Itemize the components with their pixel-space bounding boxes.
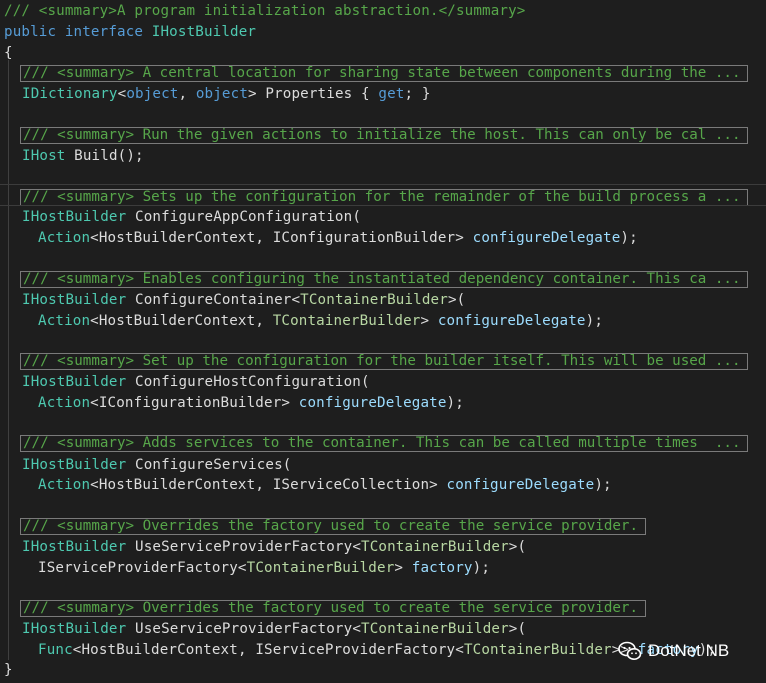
keyword-get: get — [378, 86, 405, 102]
parameter-line: Action<IConfigurationBuilder> configureD… — [38, 395, 464, 411]
member-use-service-provider-factory-func: IHostBuilder UseServiceProviderFactory<T… — [22, 621, 527, 637]
type-hostbuildercontext: HostBuilderContext — [81, 642, 238, 658]
collapsed-summary-configure-services[interactable]: /// <summary> Adds services to the conta… — [20, 435, 748, 452]
type-action: Action — [38, 477, 91, 493]
type-action: Action — [38, 230, 91, 246]
type-ihostbuilder: IHostBuilder — [22, 292, 127, 308]
collapsed-summary-use-service-provider-factory[interactable]: /// <summary> Overrides the factory used… — [20, 518, 646, 535]
member-configure-container: IHostBuilder ConfigureContainer<TContain… — [22, 292, 466, 308]
method-name: ConfigureHostConfiguration — [135, 374, 361, 390]
separator-line — [0, 184, 766, 185]
collapsed-summary-properties[interactable]: /// <summary> A central location for sha… — [20, 65, 748, 82]
type-iserviceproviderfactory: IServiceProviderFactory — [38, 560, 238, 576]
interface-summary-comment: /// <summary>A program initialization ab… — [4, 3, 526, 19]
watermark: DotNet NB — [618, 638, 729, 664]
keyword-interface: interface — [64, 24, 144, 40]
parameter-name: configureDelegate — [437, 313, 586, 329]
collapsed-summary-use-service-provider-factory-func[interactable]: /// <summary> Overrides the factory used… — [20, 600, 646, 617]
type-func: Func — [38, 642, 73, 658]
interface-name: IHostBuilder — [151, 24, 257, 40]
brace-open: { — [4, 45, 13, 61]
type-parameter: TContainerBuilder — [246, 560, 395, 576]
method-name: UseServiceProviderFactory — [135, 539, 353, 555]
member-build: IHost Build(); — [22, 148, 144, 164]
type-iserviceproviderfactory: IServiceProviderFactory — [255, 642, 456, 658]
parameter-line: Action<HostBuilderContext, IServiceColle… — [38, 477, 612, 493]
wechat-icon — [618, 641, 642, 660]
parameter-name: configureDelegate — [298, 395, 447, 411]
parameter-name: configureDelegate — [472, 230, 621, 246]
parameter-line: Func<HostBuilderContext, IServiceProvide… — [38, 642, 717, 658]
collapsed-summary-configure-container[interactable]: /// <summary> Enables configuring the in… — [20, 271, 748, 288]
method-name: UseServiceProviderFactory — [135, 621, 353, 637]
collapsed-summary-configure-app-configuration[interactable]: /// <summary> Sets up the configuration … — [20, 189, 748, 206]
keyword-public: public — [4, 24, 57, 40]
parameter-line: IServiceProviderFactory<TContainerBuilde… — [38, 560, 491, 576]
method-name: ConfigureAppConfiguration — [135, 209, 353, 225]
type-ihostbuilder: IHostBuilder — [22, 457, 127, 473]
type-iconfigurationbuilder: IConfigurationBuilder — [98, 395, 282, 411]
type-ihostbuilder: IHostBuilder — [22, 621, 127, 637]
type-idictionary: IDictionary — [22, 86, 118, 102]
member-configure-host-configuration: IHostBuilder ConfigureHostConfiguration( — [22, 374, 370, 390]
type-parameter: TContainerBuilder — [361, 621, 509, 637]
member-properties: IDictionary<object, object> Properties {… — [22, 86, 431, 102]
method-name: Build — [74, 148, 118, 164]
method-name: ConfigureContainer — [135, 292, 292, 308]
type-ihostbuilder: IHostBuilder — [22, 539, 127, 555]
type-hostbuildercontext: HostBuilderContext — [98, 230, 256, 246]
type-parameter: TContainerBuilder — [272, 313, 421, 329]
type-parameter: TContainerBuilder — [300, 292, 448, 308]
type-action: Action — [38, 313, 91, 329]
type-iservicecollection: IServiceCollection — [272, 477, 430, 493]
type-parameter: TContainerBuilder — [361, 539, 509, 555]
keyword-object: object — [126, 86, 179, 102]
type-hostbuildercontext: HostBuilderContext — [98, 477, 256, 493]
member-configure-app-configuration: IHostBuilder ConfigureAppConfiguration( — [22, 209, 362, 225]
type-ihostbuilder: IHostBuilder — [22, 209, 127, 225]
code-editor[interactable]: /// <summary>A program initialization ab… — [0, 0, 766, 683]
collapsed-summary-configure-host-configuration[interactable]: /// <summary> Set up the configuration f… — [20, 353, 748, 370]
parameter-line: Action<HostBuilderContext, TContainerBui… — [38, 313, 604, 329]
member-use-service-provider-factory: IHostBuilder UseServiceProviderFactory<T… — [22, 539, 527, 555]
indent-guide — [8, 60, 9, 660]
type-action: Action — [38, 395, 91, 411]
property-name: Properties — [265, 86, 353, 102]
member-configure-services: IHostBuilder ConfigureServices( — [22, 457, 292, 473]
parameter-name: factory — [411, 560, 473, 576]
type-hostbuildercontext: HostBuilderContext — [98, 313, 256, 329]
watermark-text: DotNet NB — [648, 641, 730, 660]
type-ihost: IHost — [22, 148, 66, 164]
keyword-object: object — [195, 86, 249, 102]
interface-declaration: public interface IHostBuilder — [4, 22, 256, 42]
parameter-line: Action<HostBuilderContext, IConfiguratio… — [38, 230, 638, 246]
type-iconfigurationbuilder: IConfigurationBuilder — [272, 230, 456, 246]
parameter-name: configureDelegate — [446, 477, 595, 493]
collapsed-summary-build[interactable]: /// <summary> Run the given actions to i… — [20, 127, 748, 144]
brace-close: } — [4, 662, 13, 678]
type-ihostbuilder: IHostBuilder — [22, 374, 127, 390]
method-name: ConfigureServices — [135, 457, 283, 473]
type-parameter: TContainerBuilder — [463, 642, 612, 658]
separator-line — [0, 205, 766, 206]
